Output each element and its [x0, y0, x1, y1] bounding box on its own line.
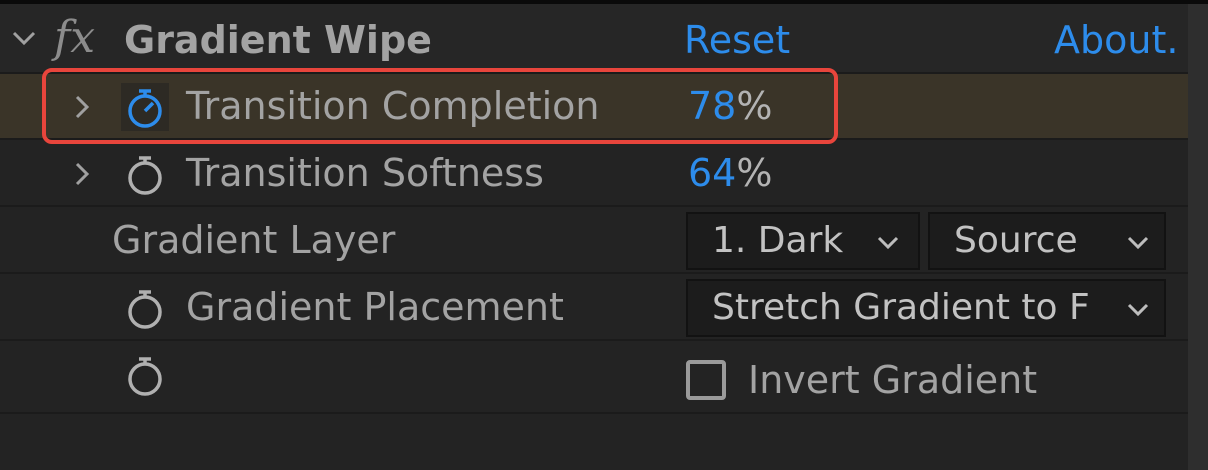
highlight-box [42, 68, 838, 144]
gradient-layer-dropdown[interactable]: 1. Dark [686, 212, 920, 270]
gradient-layer-label: Gradient Layer [112, 218, 396, 262]
chevron-right-icon[interactable] [66, 158, 98, 190]
effect-header: fx Gradient Wipe Reset About. [0, 4, 1188, 74]
stopwatch-icon[interactable] [120, 350, 170, 400]
transition-softness-value[interactable]: 64% [688, 147, 772, 199]
stopwatch-icon[interactable] [120, 283, 170, 333]
transition-softness-label: Transition Softness [186, 151, 544, 195]
transition-softness-unit: % [736, 151, 773, 195]
transition-softness-number[interactable]: 64 [688, 151, 736, 195]
about-link[interactable]: About. [1054, 14, 1178, 66]
invert-gradient-label[interactable]: Invert Gradient [748, 354, 1037, 406]
reset-link[interactable]: Reset [684, 14, 790, 66]
gradient-placement-dropdown[interactable]: Stretch Gradient to Fit [686, 279, 1166, 337]
invert-gradient-checkbox[interactable] [686, 360, 726, 400]
property-row-gradient-placement: Gradient Placement Stretch Gradient to F… [0, 275, 1188, 341]
chevron-down-icon[interactable] [8, 22, 40, 54]
scrollbar[interactable] [1188, 4, 1208, 470]
chevron-down-icon [877, 236, 899, 250]
effect-name: Gradient Wipe [124, 18, 432, 62]
property-row-invert-gradient: Invert Gradient [0, 342, 1188, 414]
gradient-source-dropdown[interactable]: Source [928, 212, 1166, 270]
property-row-gradient-layer: Gradient Layer 1. Dark Source [0, 208, 1188, 274]
fx-icon[interactable]: fx [54, 10, 95, 66]
chevron-down-icon [1127, 236, 1149, 250]
gradient-placement-selected: Stretch Gradient to Fit [712, 287, 1088, 328]
gradient-placement-label: Gradient Placement [186, 285, 564, 329]
stopwatch-icon[interactable] [120, 149, 170, 199]
gradient-source-selected: Source [954, 220, 1078, 261]
chevron-down-icon [1127, 303, 1149, 317]
property-row-transition-softness[interactable]: Transition Softness 64% [0, 141, 1188, 207]
gradient-layer-selected: 1. Dark [712, 220, 844, 261]
